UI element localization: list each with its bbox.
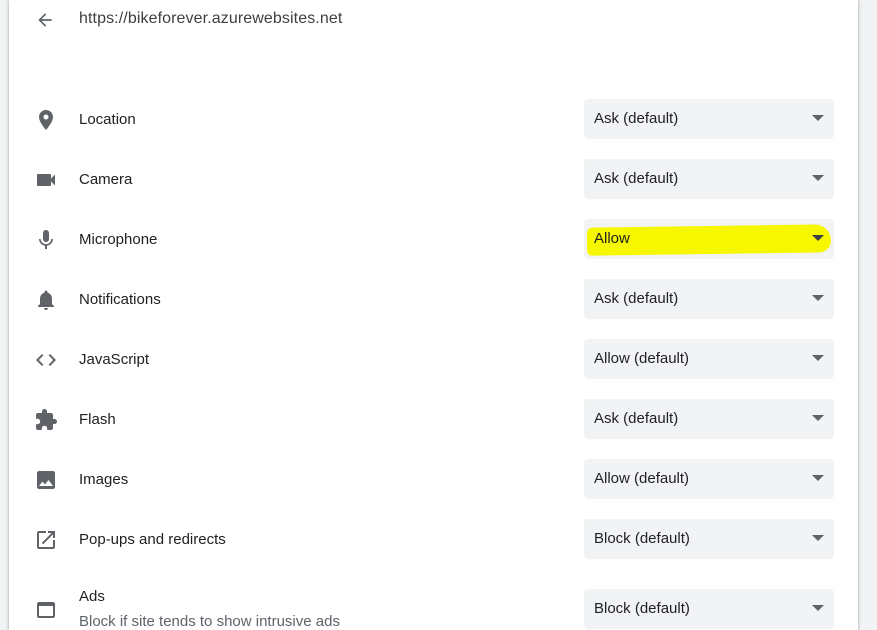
chevron-down-icon bbox=[812, 175, 824, 181]
permission-row-popups: Pop-ups and redirects Block (default) bbox=[9, 510, 858, 570]
popups-select[interactable]: Block (default) bbox=[584, 519, 834, 559]
chevron-down-icon bbox=[812, 415, 824, 421]
bell-icon bbox=[33, 287, 59, 313]
microphone-icon bbox=[33, 227, 59, 253]
permission-label: Images bbox=[79, 471, 129, 488]
select-value: Ask (default) bbox=[594, 410, 679, 427]
permission-row-images: Images Allow (default) bbox=[9, 450, 858, 510]
flash-select[interactable]: Ask (default) bbox=[584, 399, 834, 439]
permission-label: Flash bbox=[79, 411, 116, 428]
select-value: Block (default) bbox=[594, 600, 690, 617]
back-button[interactable] bbox=[31, 6, 59, 34]
permission-row-javascript: JavaScript Allow (default) bbox=[9, 330, 858, 390]
chevron-down-icon bbox=[812, 295, 824, 301]
select-value: Ask (default) bbox=[594, 110, 679, 127]
chevron-down-icon bbox=[812, 535, 824, 541]
site-header: https://bikeforever.azurewebsites.net bbox=[9, 0, 858, 40]
location-pin-icon bbox=[33, 107, 59, 133]
permission-row-flash: Flash Ask (default) bbox=[9, 390, 858, 450]
permission-row-camera: Camera Ask (default) bbox=[9, 150, 858, 210]
select-value: Ask (default) bbox=[594, 290, 679, 307]
select-value: Allow (default) bbox=[594, 470, 690, 487]
image-icon bbox=[33, 467, 59, 493]
chevron-down-icon bbox=[812, 605, 824, 611]
arrow-back-icon bbox=[35, 10, 55, 30]
open-in-new-icon bbox=[33, 527, 59, 553]
permission-label: Location bbox=[79, 111, 136, 128]
javascript-select[interactable]: Allow (default) bbox=[584, 339, 834, 379]
permission-row-ads: Ads Block if site tends to show intrusiv… bbox=[9, 570, 858, 630]
site-settings-card: https://bikeforever.azurewebsites.net Lo… bbox=[9, 0, 858, 630]
code-icon bbox=[33, 347, 59, 373]
permission-label: Notifications bbox=[79, 291, 161, 308]
chevron-down-icon bbox=[812, 115, 824, 121]
images-select[interactable]: Allow (default) bbox=[584, 459, 834, 499]
permission-label: Ads bbox=[79, 588, 105, 605]
camera-select[interactable]: Ask (default) bbox=[584, 159, 834, 199]
permission-label: Pop-ups and redirects bbox=[79, 531, 226, 548]
permission-row-location: Location Ask (default) bbox=[9, 90, 858, 150]
chevron-down-icon bbox=[812, 355, 824, 361]
notifications-select[interactable]: Ask (default) bbox=[584, 279, 834, 319]
select-value: Ask (default) bbox=[594, 170, 679, 187]
site-url: https://bikeforever.azurewebsites.net bbox=[79, 10, 343, 27]
permission-row-notifications: Notifications Ask (default) bbox=[9, 270, 858, 330]
ads-select[interactable]: Block (default) bbox=[584, 589, 834, 629]
microphone-select[interactable]: Allow bbox=[584, 219, 834, 259]
select-value: Allow (default) bbox=[594, 350, 690, 367]
location-select[interactable]: Ask (default) bbox=[584, 99, 834, 139]
permission-row-microphone: Microphone Allow bbox=[9, 210, 858, 270]
puzzle-piece-icon bbox=[33, 407, 59, 433]
permission-sublabel: Block if site tends to show intrusive ad… bbox=[79, 613, 340, 630]
chevron-down-icon bbox=[812, 235, 824, 241]
select-value: Allow bbox=[594, 230, 630, 247]
permission-label: Camera bbox=[79, 171, 133, 188]
web-asset-icon bbox=[33, 597, 59, 623]
videocam-icon bbox=[33, 167, 59, 193]
select-value: Block (default) bbox=[594, 530, 690, 547]
permission-label: JavaScript bbox=[79, 351, 150, 368]
permission-label: Microphone bbox=[79, 231, 158, 248]
chevron-down-icon bbox=[812, 475, 824, 481]
